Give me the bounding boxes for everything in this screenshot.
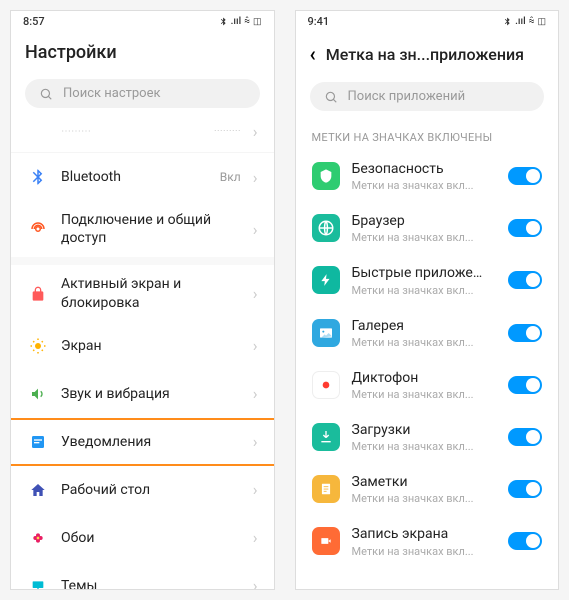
divider	[11, 257, 274, 265]
chevron-right-icon: ›	[253, 576, 258, 589]
search-icon	[39, 87, 53, 101]
toggle-browser[interactable]	[508, 219, 542, 237]
app-row-recorder[interactable]: Диктофон Метки на значках вкл...	[296, 359, 559, 411]
chevron-right-icon: ›	[253, 284, 258, 303]
chevron-right-icon: ›	[253, 384, 258, 403]
app-badges-screen: 9:41 .ııl ⩯ ◫ ‹ Метка на зн...приложения…	[295, 10, 560, 590]
app-row-notes[interactable]: Заметки Метки на значках вкл...	[296, 463, 559, 515]
header: Настройки	[11, 32, 274, 75]
chevron-right-icon: ›	[253, 168, 258, 187]
flower-icon	[27, 527, 49, 549]
status-bar: 9:41 .ııl ⩯ ◫	[296, 11, 559, 32]
toggle-downloads[interactable]	[508, 428, 542, 446]
row-sound[interactable]: Звук и вибрация ›	[11, 370, 274, 418]
row-lockscreen[interactable]: Активный экран и блокировка ›	[11, 265, 274, 321]
app-row-browser[interactable]: Браузер Метки на значках вкл...	[296, 202, 559, 254]
chevron-right-icon: ›	[253, 480, 258, 499]
home-icon	[27, 479, 49, 501]
settings-screen: 8:57 .ııl ⩯ ◫ Настройки Поиск настроек ⋯…	[10, 10, 275, 590]
row-themes[interactable]: Темы ›	[11, 562, 274, 589]
row-bluetooth[interactable]: Bluetooth Вкл ›	[11, 153, 274, 201]
toggle-notes[interactable]	[508, 480, 542, 498]
lock-icon	[27, 283, 49, 305]
chevron-right-icon: ›	[253, 432, 258, 451]
app-row-downloads[interactable]: Загрузки Метки на значках вкл...	[296, 411, 559, 463]
row-wallpaper[interactable]: Обои ›	[11, 514, 274, 562]
themes-icon	[27, 575, 49, 589]
status-icons: .ııl ⩯ ◫	[503, 16, 546, 27]
search-icon	[324, 90, 338, 104]
app-row-screenrec[interactable]: Запись экрана Метки на значках вкл...	[296, 515, 559, 567]
browser-icon	[312, 214, 340, 242]
search-bar[interactable]: Поиск настроек	[25, 79, 260, 108]
toggle-quickapps[interactable]	[508, 271, 542, 289]
wifi-icon	[27, 120, 49, 142]
toggle-security[interactable]	[508, 167, 542, 185]
page-title: Метка на зн...приложения	[326, 45, 524, 64]
app-row-gallery[interactable]: Галерея Метки на значках вкл...	[296, 307, 559, 359]
search-bar[interactable]: Поиск приложений	[310, 82, 545, 111]
download-icon	[312, 423, 340, 451]
page-title: Настройки	[25, 42, 117, 63]
row-home-screen[interactable]: Рабочий стол ›	[11, 466, 274, 514]
toggle-gallery[interactable]	[508, 324, 542, 342]
chevron-right-icon: ›	[253, 528, 258, 547]
app-row-security[interactable]: Безопасность Метки на значках вкл...	[296, 150, 559, 202]
row-notifications-highlighted[interactable]: Уведомления ›	[11, 418, 274, 466]
section-header: МЕТКИ НА ЗНАЧКАХ ВКЛЮЧЕНЫ	[296, 121, 559, 150]
status-time: 8:57	[23, 15, 45, 28]
screenrec-icon	[312, 527, 340, 555]
sound-icon	[27, 383, 49, 405]
row-wifi[interactable]: ⋯⋯⋯ ⋯⋯⋯ ›	[11, 118, 274, 153]
status-time: 9:41	[308, 15, 330, 28]
tethering-icon	[27, 218, 49, 240]
notification-icon	[27, 431, 49, 453]
notes-icon	[312, 475, 340, 503]
header: ‹ Метка на зн...приложения	[296, 32, 559, 78]
settings-list: ⋯⋯⋯ ⋯⋯⋯ › Bluetooth Вкл › Подключение и …	[11, 118, 274, 589]
search-placeholder: Поиск приложений	[348, 89, 466, 104]
recorder-icon	[312, 371, 340, 399]
lightning-icon	[312, 266, 340, 294]
back-icon[interactable]: ‹	[310, 42, 316, 66]
row-tethering[interactable]: Подключение и общий доступ ›	[11, 201, 274, 257]
chevron-right-icon: ›	[253, 122, 258, 141]
search-placeholder: Поиск настроек	[63, 86, 161, 101]
status-icons: .ııl ⩯ ◫	[219, 16, 262, 27]
apps-list: Безопасность Метки на значках вкл... Бра…	[296, 150, 559, 589]
chevron-right-icon: ›	[253, 220, 258, 239]
toggle-screenrec[interactable]	[508, 532, 542, 550]
toggle-recorder[interactable]	[508, 376, 542, 394]
chevron-right-icon: ›	[253, 336, 258, 355]
bluetooth-icon	[27, 166, 49, 188]
brightness-icon	[27, 335, 49, 357]
app-row-quickapps[interactable]: Быстрые приложе… Метки на значках вкл...	[296, 254, 559, 306]
row-display[interactable]: Экран ›	[11, 322, 274, 370]
gallery-icon	[312, 319, 340, 347]
status-bar: 8:57 .ııl ⩯ ◫	[11, 11, 274, 32]
security-icon	[312, 162, 340, 190]
